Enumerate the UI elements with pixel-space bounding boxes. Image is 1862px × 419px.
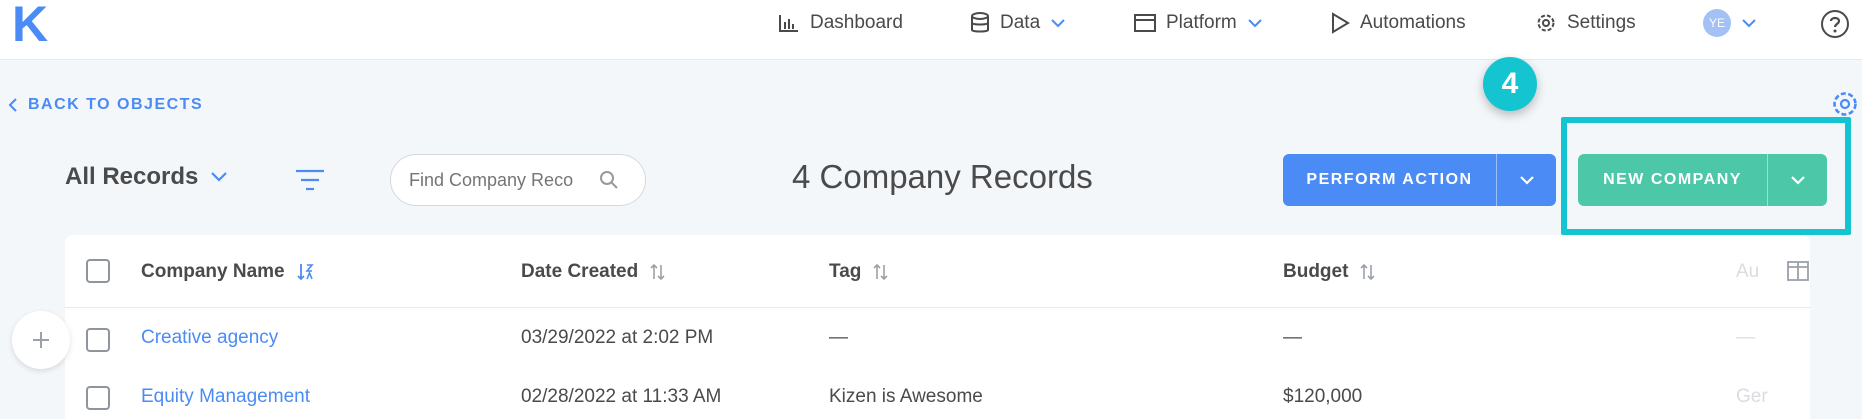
chevron-down-icon <box>1742 19 1756 28</box>
column-header-label: Date Created <box>521 261 639 282</box>
database-icon <box>971 12 989 33</box>
nav-dashboard[interactable]: Dashboard <box>778 0 903 46</box>
help-icon[interactable] <box>1820 9 1850 39</box>
back-to-objects-link[interactable]: BACK TO OBJECTS <box>8 96 203 114</box>
chevron-left-icon <box>8 98 17 112</box>
avatar: YE <box>1703 9 1731 37</box>
table-row[interactable]: Equity Management 02/28/2022 at 11:33 AM… <box>65 368 1810 419</box>
record-count: 4 Company Records <box>792 158 1093 195</box>
nav-platform-label: Platform <box>1166 12 1237 33</box>
table-row[interactable]: Creative agency 03/29/2022 at 2:02 PM — … <box>65 308 1810 368</box>
chevron-down-icon <box>211 172 228 182</box>
perform-action-button-group: PERFORM ACTION <box>1283 154 1556 206</box>
select-all-checkbox[interactable] <box>86 259 110 283</box>
chevron-down-icon <box>1051 19 1065 28</box>
column-header-label: Company Name <box>141 261 285 282</box>
chevron-down-icon <box>1248 19 1262 28</box>
column-header-label: Tag <box>829 261 862 282</box>
company-name-link[interactable]: Equity Management <box>141 386 310 408</box>
search-icon[interactable] <box>599 170 619 190</box>
truncated-cell: Ger <box>1736 386 1768 407</box>
nav-data[interactable]: Data <box>970 0 1066 46</box>
date-created-cell: 02/28/2022 at 11:33 AM <box>521 386 722 407</box>
sort-az-icon <box>296 264 314 281</box>
table-header: Company Name Date Created Tag Budget Au <box>65 235 1810 308</box>
records-table: Company Name Date Created Tag Budget Au … <box>65 235 1810 419</box>
row-checkbox[interactable] <box>86 386 110 410</box>
sort-icon <box>873 263 888 281</box>
records-view-label: All Records <box>65 163 199 190</box>
gear-icon[interactable] <box>1830 89 1860 119</box>
budget-cell: $120,000 <box>1283 386 1363 407</box>
tag-cell: — <box>829 327 848 348</box>
column-header-budget[interactable]: Budget <box>1283 261 1376 283</box>
column-header-date-created[interactable]: Date Created <box>521 261 666 283</box>
row-checkbox[interactable] <box>86 328 110 352</box>
nav-settings[interactable]: Settings <box>1535 0 1636 46</box>
search-field[interactable] <box>390 154 646 206</box>
nav-platform[interactable]: Platform <box>1134 0 1263 46</box>
company-name-link[interactable]: Creative agency <box>141 327 278 349</box>
tutorial-step-badge: 4 <box>1483 57 1537 111</box>
app-logo[interactable]: K <box>12 0 48 49</box>
truncated-cell: — <box>1736 327 1755 348</box>
nav-automations[interactable]: Automations <box>1330 0 1466 46</box>
perform-action-button[interactable]: PERFORM ACTION <box>1283 154 1496 206</box>
column-header-label: Au <box>1736 261 1760 282</box>
bar-chart-icon <box>779 15 798 32</box>
top-nav: K Dashboard Data Platform Automations Se… <box>0 0 1862 60</box>
date-created-cell: 03/29/2022 at 2:02 PM <box>521 327 714 348</box>
column-header-label: Budget <box>1283 261 1349 282</box>
nav-settings-label: Settings <box>1567 12 1636 33</box>
tutorial-highlight-box <box>1561 117 1851 235</box>
column-header-tag[interactable]: Tag <box>829 261 889 283</box>
user-menu[interactable]: YE <box>1703 0 1757 46</box>
nav-dashboard-label: Dashboard <box>810 12 903 33</box>
column-header-truncated[interactable]: Au <box>1736 261 1759 283</box>
column-header-company-name[interactable]: Company Name <box>141 261 315 283</box>
nav-data-label: Data <box>1000 12 1041 33</box>
play-icon <box>1332 12 1350 34</box>
search-input[interactable] <box>409 169 599 191</box>
nav-automations-label: Automations <box>1360 12 1466 33</box>
gear-icon <box>1537 14 1555 32</box>
records-view-select[interactable]: All Records <box>65 163 228 191</box>
budget-cell: — <box>1283 327 1302 348</box>
back-link-label: BACK TO OBJECTS <box>28 96 204 113</box>
perform-action-dropdown[interactable] <box>1496 154 1556 206</box>
filter-icon[interactable] <box>295 167 325 193</box>
chevron-down-icon <box>1519 176 1534 185</box>
plus-icon <box>33 332 49 348</box>
tag-cell: Kizen is Awesome <box>829 386 983 407</box>
browser-window-icon <box>1134 14 1156 32</box>
add-row-button[interactable] <box>12 311 70 369</box>
columns-layout-icon[interactable] <box>1787 261 1809 281</box>
sort-icon <box>650 263 665 281</box>
sort-icon <box>1360 263 1376 281</box>
